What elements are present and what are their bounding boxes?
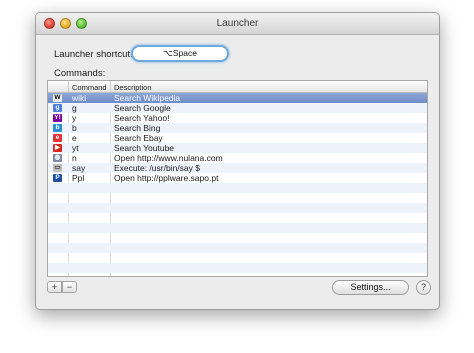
description-cell: Execute: /usr/bin/say $ [114, 163, 200, 173]
bing-icon: b [53, 124, 62, 132]
commands-table[interactable]: Command Description Wwiki Search Wikipedi… [47, 80, 428, 277]
table-row[interactable]: b b Search Bing [48, 123, 427, 133]
description-cell: Search Ebay [114, 133, 163, 143]
terminal-icon: ▭ [53, 164, 62, 172]
commands-label: Commands: [54, 68, 106, 79]
table-row[interactable] [48, 183, 427, 193]
command-cell: say [72, 163, 86, 173]
command-cell: n [72, 153, 77, 163]
description-cell: Search Bing [114, 123, 161, 133]
table-row[interactable] [48, 243, 427, 253]
command-cell: wiki [72, 93, 87, 103]
table-row[interactable] [48, 263, 427, 273]
command-cell: e [72, 133, 77, 143]
description-cell: Search Wikipedia [114, 93, 181, 103]
table-row[interactable]: g g Search Google [48, 103, 427, 113]
wikipedia-icon: W [53, 94, 62, 102]
help-button[interactable]: ? [416, 280, 431, 295]
table-row[interactable]: ▭ say Execute: /usr/bin/say $ [48, 163, 427, 173]
table-row[interactable]: P Ppl Open http://pplware.sapo.pt [48, 173, 427, 183]
command-cell: b [72, 123, 77, 133]
settings-button[interactable]: Settings... [332, 280, 409, 295]
table-header: Command Description [48, 81, 427, 93]
description-cell: Search Google [114, 103, 171, 113]
table-row[interactable]: Wwiki Search Wikipedia [48, 93, 427, 103]
globe-icon: ◍ [53, 154, 62, 162]
command-cell: Ppl [72, 173, 85, 183]
launcher-window: Launcher Launcher shortcut: ⌥Space Comma… [35, 12, 440, 310]
google-icon: g [53, 104, 62, 112]
title-bar: Launcher [36, 13, 439, 35]
shortcut-field[interactable]: ⌥Space [131, 45, 229, 62]
table-row[interactable]: Y! y Search Yahoo! [48, 113, 427, 123]
description-cell: Open http://pplware.sapo.pt [114, 173, 219, 183]
table-row[interactable] [48, 193, 427, 203]
command-cell: g [72, 103, 77, 113]
window-title: Launcher [216, 18, 259, 29]
remove-command-button[interactable]: − [62, 281, 77, 293]
column-header-description[interactable]: Description [114, 83, 152, 92]
yahoo-icon: Y! [53, 114, 62, 122]
shortcut-label: Launcher shortcut: [54, 49, 133, 60]
table-row[interactable] [48, 213, 427, 223]
column-divider [110, 81, 111, 92]
table-row[interactable] [48, 233, 427, 243]
ebay-icon: e [53, 134, 62, 142]
description-cell: Open http://www.nulana.com [114, 153, 223, 163]
column-divider [68, 81, 69, 92]
table-row[interactable] [48, 253, 427, 263]
command-cell: yt [72, 143, 79, 153]
table-row[interactable] [48, 223, 427, 233]
description-cell: Search Yahoo! [114, 113, 170, 123]
table-row[interactable]: e e Search Ebay [48, 133, 427, 143]
description-cell: Search Youtube [114, 143, 175, 153]
table-row[interactable]: ◍ n Open http://www.nulana.com [48, 153, 427, 163]
youtube-icon: ▶ [53, 144, 62, 152]
table-row[interactable] [48, 203, 427, 213]
column-header-command[interactable]: Command [72, 83, 107, 92]
add-command-button[interactable]: + [47, 281, 62, 293]
sapo-icon: P [53, 174, 62, 182]
table-row[interactable]: ▶ yt Search Youtube [48, 143, 427, 153]
command-cell: y [72, 113, 77, 123]
table-body: Wwiki Search Wikipedia g g Search Google Y! y S… [48, 93, 427, 276]
